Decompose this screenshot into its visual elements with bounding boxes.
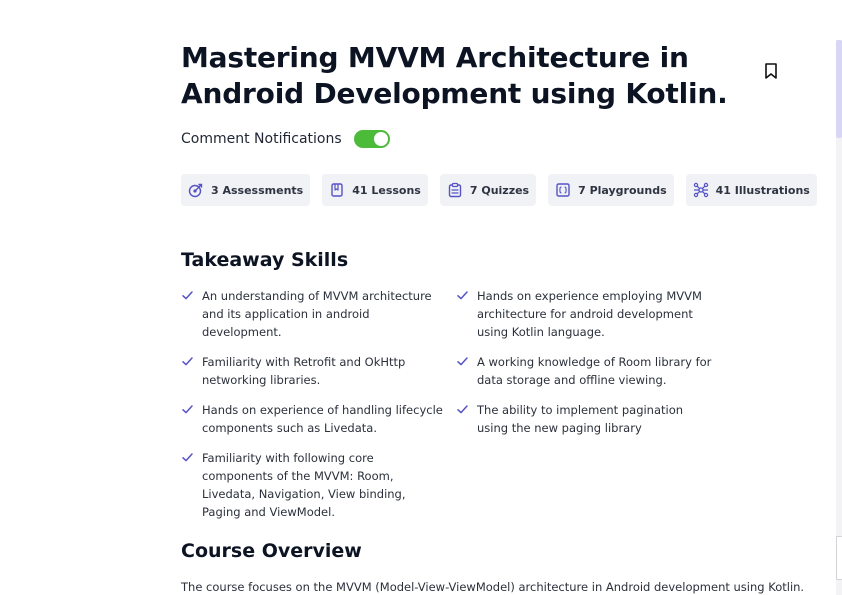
- skill-item: Hands on experience employing MVVM archi…: [456, 287, 726, 341]
- check-icon: [182, 291, 193, 300]
- side-panel-edge: [836, 536, 842, 580]
- comment-notifications-toggle[interactable]: [353, 130, 390, 148]
- check-icon: [457, 291, 468, 300]
- lesson-icon: [331, 183, 343, 197]
- stat-illustrations-label: 41 Illustrations: [715, 183, 810, 197]
- course-page: Mastering MVVM Architecture in Android D…: [0, 0, 842, 595]
- check-icon: [457, 357, 468, 366]
- stat-assessments-label: 3 Assessments: [211, 183, 304, 197]
- comment-notifications-label: Comment Notifications: [181, 131, 342, 147]
- skill-text: An understanding of MVVM architecture an…: [202, 289, 432, 339]
- course-stats: 3 Assessments 41 Lessons 7 Quizzes 7 Pla…: [181, 174, 829, 206]
- skill-text: Hands on experience of handling lifecycl…: [202, 403, 443, 435]
- check-icon: [457, 405, 468, 414]
- skill-item: Familiarity with following core componen…: [181, 449, 443, 521]
- check-icon: [182, 453, 193, 462]
- skill-text: Hands on experience employing MVVM archi…: [477, 289, 702, 339]
- stat-assessments[interactable]: 3 Assessments: [181, 174, 311, 206]
- assessment-icon: [188, 183, 203, 198]
- skill-item: Hands on experience of handling lifecycl…: [181, 401, 449, 437]
- stat-playgrounds-label: 7 Playgrounds: [578, 183, 667, 197]
- illustration-icon: [693, 182, 708, 198]
- quiz-icon: [448, 182, 462, 198]
- stat-playgrounds[interactable]: 7 Playgrounds: [548, 174, 674, 206]
- check-icon: [182, 405, 193, 414]
- stat-lessons[interactable]: 41 Lessons: [322, 174, 428, 206]
- comment-notifications-row: Comment Notifications: [181, 128, 390, 150]
- course-overview-text: The course focuses on the MVVM (Model-Vi…: [181, 580, 805, 594]
- course-overview-heading: Course Overview: [181, 540, 362, 562]
- skill-item: A working knowledge of Room library for …: [456, 353, 716, 389]
- skill-text: The ability to implement pagination usin…: [477, 403, 684, 435]
- bookmark-icon[interactable]: [762, 62, 780, 80]
- stat-lessons-label: 41 Lessons: [352, 183, 421, 197]
- scrollbar-thumb[interactable]: [836, 40, 842, 138]
- skill-item: Familiarity with Retrofit and OkHttp net…: [181, 353, 426, 389]
- playground-icon: [556, 183, 570, 197]
- toggle-knob: [373, 132, 388, 146]
- skill-text: A working knowledge of Room library for …: [477, 355, 712, 387]
- skill-text: Familiarity with following core componen…: [202, 451, 406, 519]
- stat-quizzes[interactable]: 7 Quizzes: [439, 174, 537, 206]
- takeaway-skills-heading: Takeaway Skills: [181, 249, 349, 271]
- skill-item: An understanding of MVVM architecture an…: [181, 287, 449, 341]
- stat-illustrations[interactable]: 41 Illustrations: [685, 174, 817, 206]
- skill-text: Familiarity with Retrofit and OkHttp net…: [202, 355, 406, 387]
- skill-item: The ability to implement pagination usin…: [456, 401, 716, 437]
- check-icon: [182, 357, 193, 366]
- stat-quizzes-label: 7 Quizzes: [469, 183, 530, 197]
- course-title: Mastering MVVM Architecture in Android D…: [181, 41, 728, 110]
